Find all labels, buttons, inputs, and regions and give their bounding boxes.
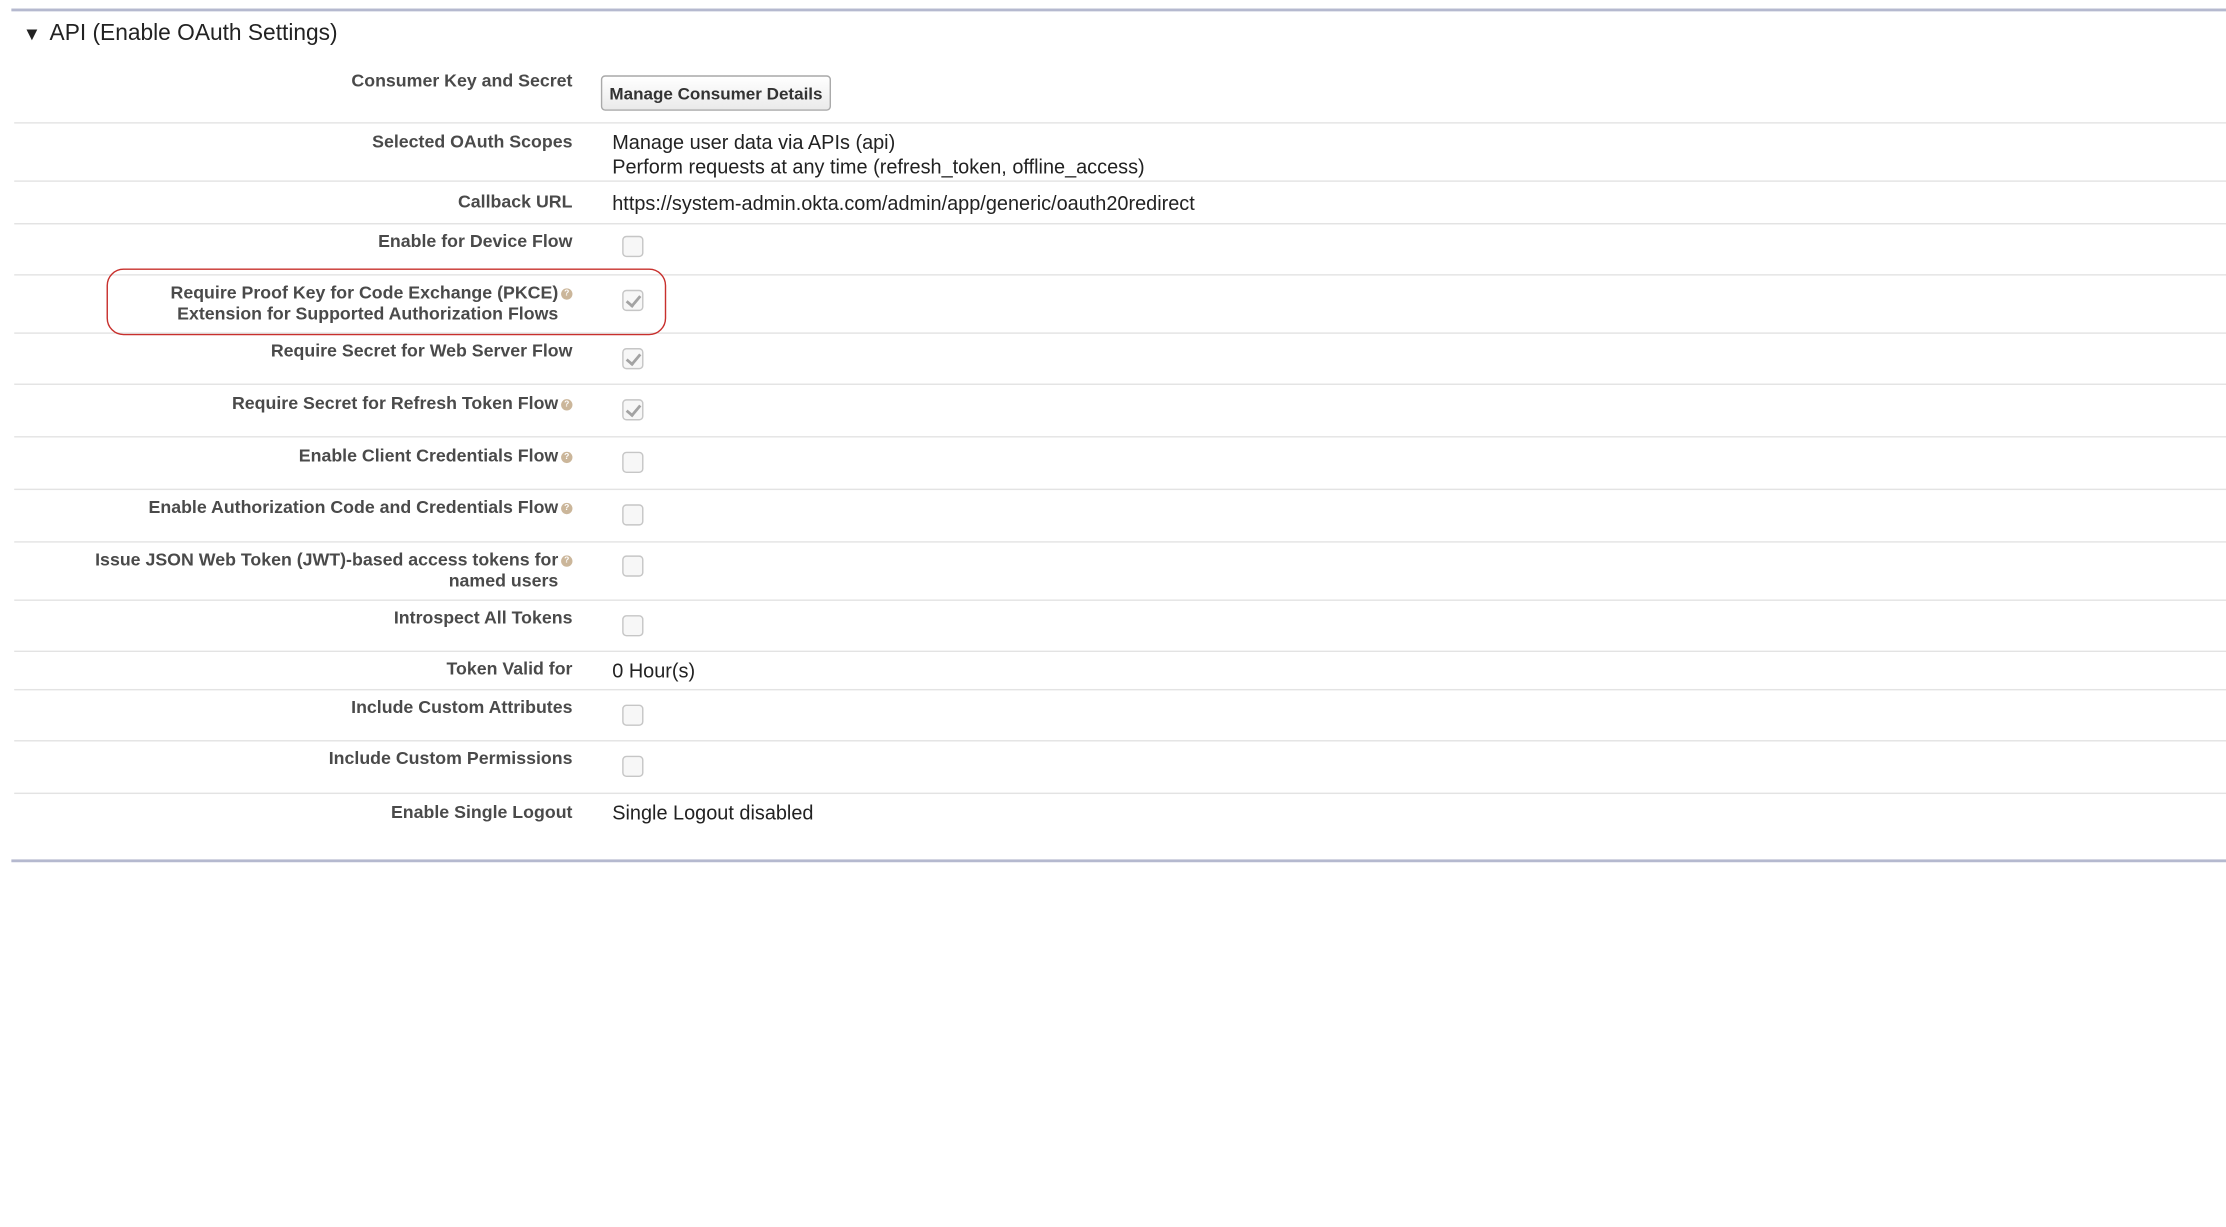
client-credentials-label: Enable Client Credentials Flow ? [0, 446, 573, 467]
consumer-key-label: Consumer Key and Secret [351, 71, 573, 91]
device-flow-label: Enable for Device Flow [378, 231, 573, 252]
row-jwt-tokens: Issue JSON Web Token (JWT)-based access … [14, 543, 2226, 601]
row-device-flow: Enable for Device Flow [14, 224, 2226, 276]
row-client-credentials: Enable Client Credentials Flow ? [14, 438, 2226, 491]
jwt-tokens-label-line1: Issue JSON Web Token (JWT)-based access … [95, 549, 559, 570]
row-auth-code-credentials: Enable Authorization Code and Credential… [14, 490, 2226, 543]
row-single-logout: Enable Single Logout Single Logout disab… [14, 794, 2226, 837]
manage-consumer-details-button[interactable]: Manage Consumer Details [600, 75, 832, 111]
auth-code-credentials-label-text: Enable Authorization Code and Credential… [148, 497, 559, 518]
callback-url-value: https://system-admin.okta.com/admin/app/… [612, 191, 1195, 215]
secret-refresh-checkbox[interactable] [622, 399, 644, 421]
row-custom-attributes: Include Custom Attributes [14, 690, 2226, 742]
custom-permissions-checkbox[interactable] [622, 755, 644, 778]
jwt-tokens-label-line2: named users [448, 571, 559, 591]
section-top-rule [11, 8, 2226, 12]
help-icon[interactable]: ? [561, 502, 573, 515]
token-valid-label: Token Valid for [446, 659, 573, 679]
row-secret-refresh: Require Secret for Refresh Token Flow ? [14, 385, 2226, 438]
triangle-down-icon[interactable]: ▼ [23, 22, 41, 43]
custom-permissions-label: Include Custom Permissions [328, 748, 573, 769]
device-flow-checkbox[interactable] [622, 235, 644, 258]
client-credentials-label-text: Enable Client Credentials Flow [298, 446, 559, 466]
row-pkce: Require Proof Key for Code Exchange (PKC… [14, 276, 2226, 334]
row-oauth-scopes: Selected OAuth Scopes Manage user data v… [14, 124, 2226, 182]
auth-code-credentials-label: Enable Authorization Code and Credential… [0, 497, 573, 518]
row-introspect: Introspect All Tokens [14, 601, 2226, 653]
secret-web-server-checkbox[interactable] [622, 348, 644, 370]
pkce-label-line2: Extension for Supported Authorization Fl… [177, 303, 559, 324]
row-callback-url: Callback URL https://system-admin.okta.c… [14, 182, 2226, 225]
callback-url-label: Callback URL [457, 191, 573, 212]
section-header[interactable]: ▼ API (Enable OAuth Settings) [23, 21, 338, 47]
row-token-valid: Token Valid for 0 Hour(s) [14, 652, 2226, 691]
jwt-tokens-label: Issue JSON Web Token (JWT)-based access … [0, 549, 573, 593]
section-bottom-rule [11, 859, 2226, 863]
single-logout-label: Enable Single Logout [390, 802, 573, 823]
section-title: API (Enable OAuth Settings) [49, 21, 338, 46]
token-valid-value: 0 Hour(s) [612, 659, 696, 682]
pkce-label: Require Proof Key for Code Exchange (PKC… [0, 282, 573, 326]
help-icon[interactable]: ? [561, 399, 573, 411]
custom-attributes-label: Include Custom Attributes [351, 697, 573, 718]
secret-web-server-label: Require Secret for Web Server Flow [270, 340, 573, 361]
oauth-scopes-label: Selected OAuth Scopes [372, 132, 573, 152]
oauth-scope-refresh: Perform requests at any time (refresh_to… [612, 154, 1145, 177]
secret-refresh-label: Require Secret for Refresh Token Flow ? [0, 393, 573, 414]
oauth-settings-panel: ▼ API (Enable OAuth Settings) Consumer K… [0, 0, 2226, 1227]
introspect-label: Introspect All Tokens [393, 607, 573, 628]
pkce-label-line1: Require Proof Key for Code Exchange (PKC… [170, 282, 559, 303]
row-custom-permissions: Include Custom Permissions [14, 742, 2226, 795]
row-consumer-key: Consumer Key and Secret [14, 60, 2226, 124]
single-logout-value: Single Logout disabled [612, 801, 814, 824]
auth-code-credentials-checkbox[interactable] [622, 504, 644, 526]
client-credentials-checkbox[interactable] [622, 451, 644, 474]
custom-attributes-checkbox[interactable] [622, 704, 644, 726]
row-secret-web-server: Require Secret for Web Server Flow [14, 334, 2226, 385]
introspect-checkbox[interactable] [622, 615, 644, 637]
help-icon[interactable]: ? [561, 555, 573, 567]
pkce-checkbox[interactable] [622, 289, 644, 312]
secret-refresh-label-text: Require Secret for Refresh Token Flow [231, 393, 559, 414]
help-icon[interactable]: ? [561, 288, 573, 300]
jwt-tokens-checkbox[interactable] [622, 555, 644, 577]
oauth-scope-api: Manage user data via APIs (api) [612, 130, 896, 154]
help-icon[interactable]: ? [561, 451, 573, 464]
